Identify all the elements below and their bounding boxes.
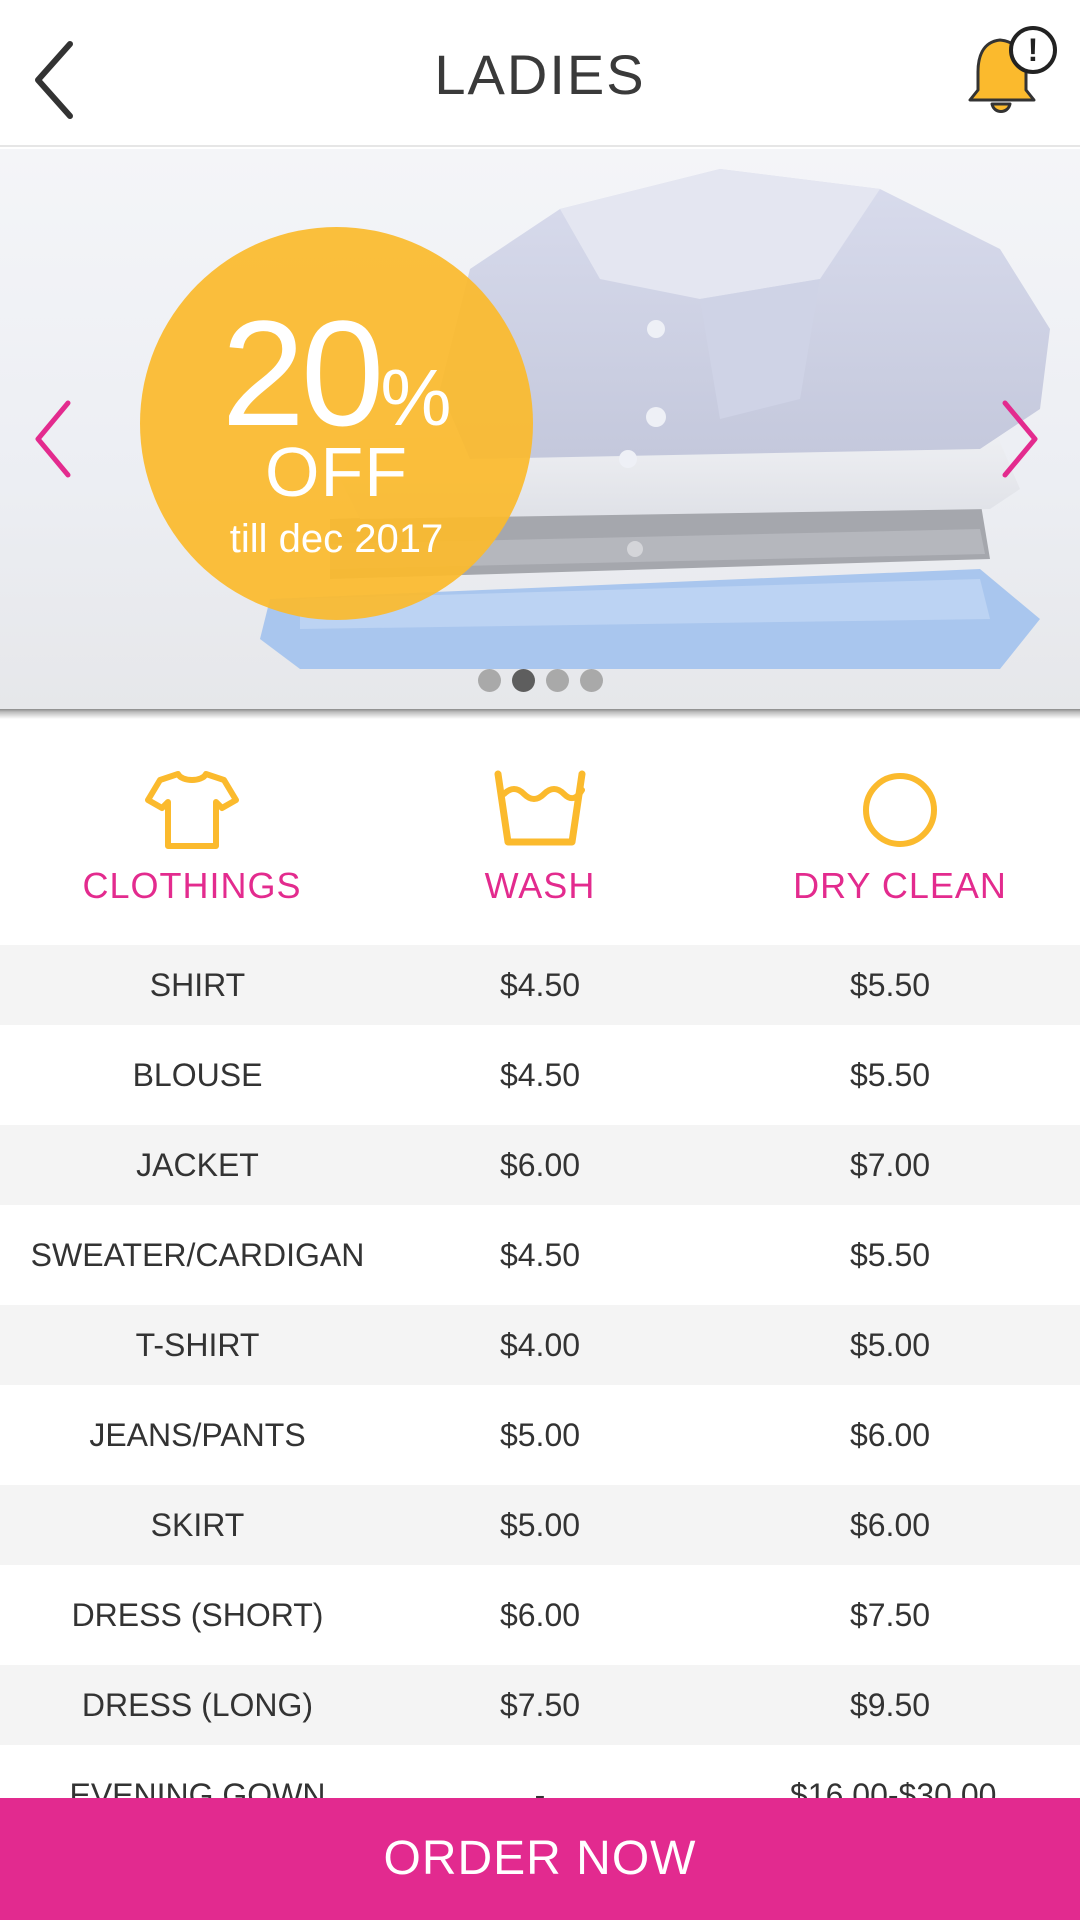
dry-clean-price: $9.50 [849,1687,931,1723]
dry-clean-price: $5.50 [849,1237,931,1273]
wash-price: $6.00 [499,1147,581,1183]
chevron-right-icon [1002,400,1038,478]
page-title: LADIES [434,43,646,106]
wash-tub-icon [494,770,586,846]
wash-price: $4.50 [499,1057,581,1093]
item-name: DRESS (LONG) [81,1687,314,1723]
order-now-button[interactable]: ORDER NOW [0,1798,1080,1920]
table-row: JEANS/PANTS $5.00 $6.00 [0,1385,1080,1485]
bell-alert-icon: ! [968,26,1057,113]
price-table: SHIRT $4.50 $5.50 BLOUSE $4.50 $5.50 JACKET $6.… [0,945,1080,1845]
carousel-dot[interactable] [579,669,603,692]
carousel-dots [0,669,1080,692]
discount-unit: % [380,353,452,442]
discount-badge: 20% OFF till dec 2017 [140,227,533,620]
table-row: SWEATER/CARDIGAN $4.50 $5.50 [0,1205,1080,1305]
carousel-dot[interactable] [545,669,569,692]
discount-off-label: OFF [265,433,408,511]
item-name: SKIRT [150,1507,245,1543]
dry-clean-price: $5.50 [849,1057,931,1093]
dry-clean-price: $6.00 [849,1417,931,1453]
table-row: JACKET $6.00 $7.00 [0,1125,1080,1205]
column-dry-clean: DRY CLEAN [720,740,1080,945]
item-name: BLOUSE [132,1057,263,1093]
table-row: T-SHIRT $4.00 $5.00 [0,1305,1080,1385]
banner-divider [0,709,1080,719]
wash-price: $5.00 [499,1507,581,1543]
wash-price: $4.50 [499,1237,581,1273]
dry-clean-price: $6.00 [849,1507,931,1543]
item-name: DRESS (SHORT) [71,1597,324,1633]
table-row: BLOUSE $4.50 $5.50 [0,1025,1080,1125]
promo-carousel[interactable]: 20% OFF till dec 2017 [0,149,1080,711]
wash-price: $7.50 [499,1687,581,1723]
discount-expiry: till dec 2017 [229,517,444,561]
dry-clean-price: $7.00 [849,1147,931,1183]
table-row: SKIRT $5.00 $6.00 [0,1485,1080,1565]
app-header: LADIES ! [0,0,1080,147]
dry-clean-price: $5.50 [849,967,931,1003]
tshirt-icon [145,771,239,849]
column-label: CLOTHINGS [82,865,302,906]
column-label: DRY CLEAN [793,865,1007,906]
notification-badge: ! [1028,32,1039,68]
column-label: WASH [484,865,596,906]
wash-price: $4.50 [499,967,581,1003]
dry-clean-price: $7.50 [849,1597,931,1633]
column-wash: WASH [360,740,720,945]
column-clothings: CLOTHINGS [12,740,372,945]
carousel-next-button[interactable] [995,389,1045,489]
chevron-left-icon [35,400,71,478]
item-name: SHIRT [149,967,246,1003]
table-row: DRESS (LONG) $7.50 $9.50 [0,1665,1080,1745]
carousel-dot-active[interactable] [511,669,535,692]
carousel-prev-button[interactable] [28,389,78,489]
wash-price: $5.00 [499,1417,581,1453]
price-table-header: CLOTHINGS WASH DRY CLEAN [0,740,1080,945]
item-name: JEANS/PANTS [89,1417,306,1453]
dry-clean-price: $5.00 [849,1327,931,1363]
notification-button[interactable]: ! [960,20,1060,120]
table-row: DRESS (SHORT) $6.00 $7.50 [0,1565,1080,1665]
table-row: SHIRT $4.50 $5.50 [0,945,1080,1025]
carousel-dot[interactable] [477,669,501,692]
item-name: T-SHIRT [135,1327,260,1363]
item-name: JACKET [136,1147,259,1183]
circle-icon [863,773,937,847]
wash-price: $6.00 [499,1597,581,1633]
wash-price: $4.00 [499,1327,581,1363]
item-name: SWEATER/CARDIGAN [30,1237,365,1273]
